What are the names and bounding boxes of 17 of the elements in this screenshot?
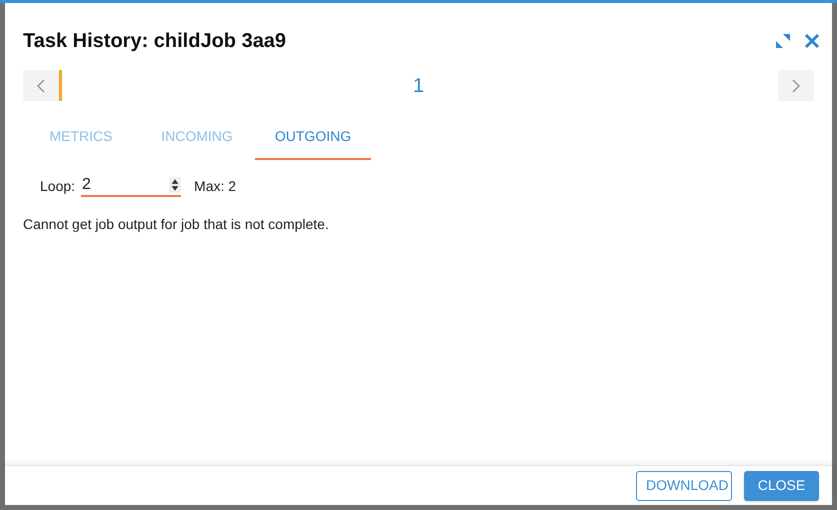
loop-input[interactable]: 2	[81, 175, 182, 197]
close-button[interactable]: CLOSE	[744, 470, 819, 500]
spinner-icon[interactable]	[169, 177, 182, 193]
timeline-marker[interactable]	[59, 70, 62, 101]
chevron-right-icon	[792, 78, 800, 92]
download-button[interactable]: DOWNLOAD	[636, 470, 732, 500]
loop-label: Loop:	[40, 176, 76, 196]
tab[interactable]: METRICS	[23, 115, 139, 160]
dialog-title: Task History: childJob 3aa9	[23, 29, 286, 54]
max-label: Max: 2	[194, 176, 236, 196]
expand-icon[interactable]	[776, 34, 790, 48]
tab[interactable]: INCOMING	[139, 115, 255, 160]
chevron-left-icon	[37, 78, 45, 92]
page-number: 1	[412, 74, 424, 98]
status-message: Cannot get job output for job that is not complete.	[23, 215, 330, 234]
tab[interactable]: OUTGOING	[255, 115, 371, 160]
close-icon[interactable]	[804, 33, 820, 49]
